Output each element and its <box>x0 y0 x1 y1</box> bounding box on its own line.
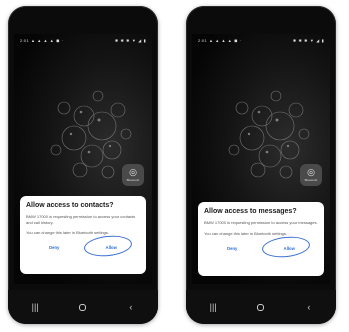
deny-button[interactable]: Deny <box>221 244 243 253</box>
status-left: 2:01 ▲ ▲ ▲ ▲ ◼ · <box>198 38 241 43</box>
notification-icon: ◼ <box>56 37 60 43</box>
deny-button[interactable]: Deny <box>43 243 65 252</box>
notification-dot-icon: · <box>61 37 64 43</box>
status-left: 2:01 ▲ ▲ ▲ ▲ ◼ · <box>20 38 63 43</box>
permission-dialog-contacts: Allow access to contacts? BMW 17000 is r… <box>20 196 146 274</box>
status-right: ✱ ✱ ✱ ▼ ◢ ▮ <box>293 38 324 43</box>
status-bar: 2:01 ▲ ▲ ▲ ▲ ◼ · ✱ ✱ ✱ ▼ ◢ ▮ <box>14 34 152 46</box>
status-icon: ✱ <box>298 37 303 43</box>
app-icon-glyph: ◎ <box>129 167 137 177</box>
allow-button[interactable]: Allow <box>278 244 301 253</box>
recents-button[interactable]: ||| <box>25 302 45 312</box>
allow-button[interactable]: Allow <box>100 243 123 252</box>
phone-right: 2:01 ▲ ▲ ▲ ▲ ◼ · ✱ ✱ ✱ ▼ ◢ ▮ ◎ Bluetooth… <box>186 6 336 324</box>
notification-icon: ▲ <box>31 37 36 43</box>
screen-right: 2:01 ▲ ▲ ▲ ▲ ◼ · ✱ ✱ ✱ ▼ ◢ ▮ ◎ Bluetooth… <box>192 34 330 284</box>
signal-icon: ◢ <box>138 37 142 43</box>
dialog-title: Allow access to contacts? <box>26 202 114 209</box>
notification-icon: ▲ <box>37 37 42 43</box>
back-button[interactable]: ‹ <box>121 302 141 312</box>
bluetooth-icon: ✱ <box>292 37 297 43</box>
navigation-bar: ||| ‹ <box>8 290 158 324</box>
status-right: ✱ ✱ ✱ ▼ ◢ ▮ <box>115 38 146 43</box>
home-button[interactable] <box>257 303 265 311</box>
wifi-icon: ▼ <box>309 37 315 43</box>
dialog-body: BMW 17000 is requesting permission to ac… <box>26 214 136 225</box>
notification-dot-icon: · <box>239 37 242 43</box>
battery-icon: ▮ <box>143 37 146 43</box>
notification-icon: ▲ <box>49 37 55 43</box>
notification-icon: ◼ <box>234 37 238 43</box>
dialog-actions: Deny Allow <box>204 244 318 253</box>
app-icon-bluetooth[interactable]: ◎ Bluetooth <box>300 164 322 186</box>
dialog-body: BMW 17000 is requesting permission to ac… <box>204 220 318 225</box>
back-button[interactable]: ‹ <box>299 302 319 312</box>
app-icon-label: Bluetooth <box>304 178 318 182</box>
status-icon: ✱ <box>120 37 125 43</box>
phone-left: 2:01 ▲ ▲ ▲ ▲ ◼ · ✱ ✱ ✱ ▼ ◢ ▮ ◎ Bluetooth… <box>8 6 158 324</box>
status-icon: ✱ <box>304 37 308 43</box>
notification-icon: ▲ <box>209 37 214 43</box>
dialog-note: You can change this later in Bluetooth s… <box>26 230 110 235</box>
status-bar: 2:01 ▲ ▲ ▲ ▲ ◼ · ✱ ✱ ✱ ▼ ◢ ▮ <box>192 34 330 46</box>
permission-dialog-messages: Allow access to messages? BMW 17000 is r… <box>198 202 324 276</box>
status-time: 2:01 <box>20 37 29 43</box>
app-icon-label: Bluetooth <box>126 178 140 182</box>
wifi-icon: ▼ <box>131 37 137 43</box>
status-time: 2:01 <box>198 37 207 43</box>
status-icon: ✱ <box>126 37 130 43</box>
dialog-note: You can change this later in Bluetooth s… <box>204 230 288 236</box>
notification-icon: ▲ <box>221 37 226 43</box>
bluetooth-icon: ✱ <box>114 37 119 43</box>
notification-icon: ▲ <box>43 37 48 43</box>
battery-icon: ▮ <box>321 37 324 43</box>
screen-left: 2:01 ▲ ▲ ▲ ▲ ◼ · ✱ ✱ ✱ ▼ ◢ ▮ ◎ Bluetooth… <box>14 34 152 284</box>
home-button[interactable] <box>79 303 87 311</box>
app-icon-bluetooth[interactable]: ◎ Bluetooth <box>122 164 144 186</box>
signal-icon: ◢ <box>316 37 320 43</box>
dialog-title: Allow access to messages? <box>204 208 297 215</box>
notification-icon: ▲ <box>215 37 220 43</box>
app-icon-glyph: ◎ <box>307 167 315 177</box>
navigation-bar: ||| ‹ <box>186 290 336 324</box>
recents-button[interactable]: ||| <box>203 302 223 312</box>
dialog-actions: Deny Allow <box>26 243 140 252</box>
notification-icon: ▲ <box>227 37 233 43</box>
